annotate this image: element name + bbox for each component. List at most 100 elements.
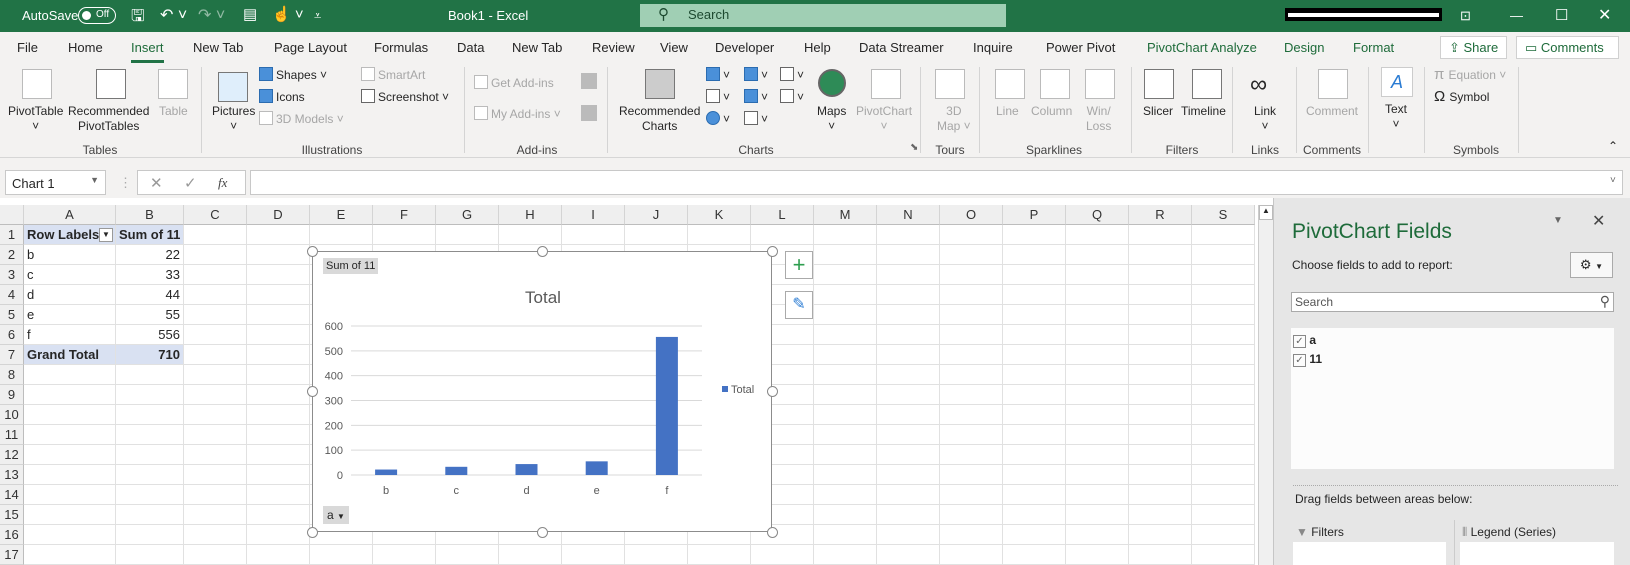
cell-M8[interactable] [814,365,877,385]
chart-styles-brush-icon[interactable]: ✎ [785,291,813,319]
cell-L17[interactable] [751,545,814,565]
cell-B10[interactable] [116,405,184,425]
column-header-O[interactable]: O [940,205,1003,225]
combo-chart-button[interactable]: ˅ [780,89,804,105]
cell-O11[interactable] [940,425,1003,445]
cell-R14[interactable] [1129,485,1192,505]
cell-D16[interactable] [247,525,310,545]
resize-handle[interactable] [537,246,548,257]
cell-C7[interactable] [184,345,247,365]
cell-B4[interactable]: 44 [116,285,184,305]
tab-file[interactable]: File [17,40,38,55]
pivot-chart[interactable]: Sum of 11 Total 0 100 200 300 400 500 600 b c d e f… [312,251,772,532]
cell-D17[interactable] [247,545,310,565]
column-header-J[interactable]: J [625,205,688,225]
sparkline-line-button[interactable]: Line [996,104,1019,119]
recommended-charts-button[interactable]: Recommended Charts [619,104,700,134]
tab-home[interactable]: Home [68,40,103,55]
row-header-6[interactable]: 6 [0,325,24,345]
table-button[interactable]: Table [159,104,188,119]
sparkline-winloss-button[interactable]: Win/Loss [1086,104,1111,134]
column-chart-button[interactable]: ˅ [706,67,730,83]
cell-B9[interactable] [116,385,184,405]
resize-handle[interactable] [767,527,778,538]
cell-O15[interactable] [940,505,1003,525]
bing-icon[interactable] [581,73,597,89]
people-graph-icon[interactable] [581,105,597,121]
cell-J17[interactable] [625,545,688,565]
cell-A8[interactable] [24,365,116,385]
text-button[interactable]: Text ˅ [1385,102,1407,132]
row-header-16[interactable]: 16 [0,525,24,545]
tab-data[interactable]: Data [457,40,484,55]
pie-chart-button[interactable]: ˅ [706,111,730,127]
column-header-G[interactable]: G [436,205,499,225]
column-header-P[interactable]: P [1003,205,1066,225]
cell-S8[interactable] [1192,365,1255,385]
tab-insert[interactable]: Insert [131,40,164,63]
cell-D4[interactable] [247,285,310,305]
cell-M3[interactable] [814,265,877,285]
row-header-4[interactable]: 4 [0,285,24,305]
symbol-button[interactable]: Ω Symbol [1434,89,1489,105]
cell-R10[interactable] [1129,405,1192,425]
cell-C3[interactable] [184,265,247,285]
cell-S3[interactable] [1192,265,1255,285]
pivotchart-button[interactable]: PivotChart ˅ [856,104,912,134]
cell-C2[interactable] [184,245,247,265]
column-header-A[interactable]: A [24,205,116,225]
cell-C14[interactable] [184,485,247,505]
row-header-3[interactable]: 3 [0,265,24,285]
chart-elements-icon[interactable]: + [785,251,813,279]
cell-R1[interactable] [1129,225,1192,245]
cell-A16[interactable] [24,525,116,545]
cell-A9[interactable] [24,385,116,405]
row-header-10[interactable]: 10 [0,405,24,425]
column-header-I[interactable]: I [562,205,625,225]
search-box[interactable]: ⚲ Search [640,4,1006,27]
cell-Q17[interactable] [1066,545,1129,565]
cell-Q8[interactable] [1066,365,1129,385]
tab-view[interactable]: View [660,40,688,55]
tab-format[interactable]: Format [1353,40,1394,55]
cell-S4[interactable] [1192,285,1255,305]
cell-I17[interactable] [562,545,625,565]
name-box[interactable]: Chart 1 ▼ [5,170,106,195]
cell-C9[interactable] [184,385,247,405]
cell-P16[interactable] [1003,525,1066,545]
cell-C10[interactable] [184,405,247,425]
cell-R8[interactable] [1129,365,1192,385]
collapse-ribbon-icon[interactable]: ⌃ [1608,139,1618,153]
cell-Q12[interactable] [1066,445,1129,465]
cell-O9[interactable] [940,385,1003,405]
cell-B15[interactable] [116,505,184,525]
cell-C13[interactable] [184,465,247,485]
cell-R6[interactable] [1129,325,1192,345]
cell-N14[interactable] [877,485,940,505]
cell-E1[interactable] [310,225,373,245]
cell-Q15[interactable] [1066,505,1129,525]
maximize-icon[interactable]: ☐ [1555,6,1568,24]
cell-N7[interactable] [877,345,940,365]
cell-R2[interactable] [1129,245,1192,265]
cell-P5[interactable] [1003,305,1066,325]
cell-Q3[interactable] [1066,265,1129,285]
cell-G17[interactable] [436,545,499,565]
smartart-button[interactable]: SmartArt [361,67,425,83]
cell-P7[interactable] [1003,345,1066,365]
cell-D14[interactable] [247,485,310,505]
tab-data-streamer[interactable]: Data Streamer [859,40,944,55]
tab-new-tab[interactable]: New Tab [193,40,243,55]
cell-B14[interactable] [116,485,184,505]
cell-N9[interactable] [877,385,940,405]
cell-M5[interactable] [814,305,877,325]
cell-Q9[interactable] [1066,385,1129,405]
column-header-M[interactable]: M [814,205,877,225]
cell-H1[interactable] [499,225,562,245]
sparkline-column-button[interactable]: Column [1031,104,1072,119]
cell-M10[interactable] [814,405,877,425]
row-header-11[interactable]: 11 [0,425,24,445]
cell-Q11[interactable] [1066,425,1129,445]
cell-P10[interactable] [1003,405,1066,425]
cell-B12[interactable] [116,445,184,465]
